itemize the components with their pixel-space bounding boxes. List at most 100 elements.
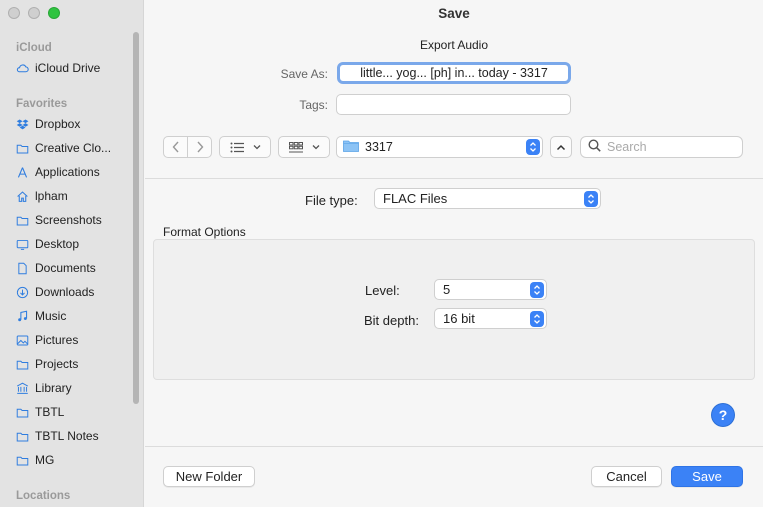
folder-icon <box>16 214 29 227</box>
folder-icon <box>343 139 359 155</box>
bit-depth-popup[interactable]: 16 bit <box>434 308 547 329</box>
sidebar-item-home[interactable]: lpham <box>16 186 136 206</box>
search-placeholder: Search <box>607 140 647 154</box>
stepper-icon <box>530 311 544 327</box>
save-as-field[interactable]: little... yog... [ph] in... today - 3317 <box>337 62 571 84</box>
search-field[interactable]: Search <box>580 136 743 158</box>
sidebar-item-label: MG <box>35 453 55 467</box>
list-view-button[interactable] <box>219 136 271 158</box>
sidebar-scrollbar[interactable] <box>133 32 139 404</box>
sidebar-item-tbtl[interactable]: TBTL <box>16 402 136 422</box>
back-button[interactable] <box>163 136 188 158</box>
export-title: Export Audio <box>419 38 489 52</box>
location-selector[interactable]: 3317 <box>336 136 543 158</box>
bit-depth-label: Bit depth: <box>364 313 419 328</box>
file-type-value: FLAC Files <box>383 191 448 206</box>
sidebar-item-applications[interactable]: Applications <box>16 162 136 182</box>
music-icon <box>16 310 29 323</box>
sidebar-item-label: Screenshots <box>35 213 102 227</box>
sidebar-item-label: Documents <box>35 261 96 275</box>
folder-icon <box>16 406 29 419</box>
pictures-icon <box>16 334 29 347</box>
close-window-button[interactable] <box>8 7 20 19</box>
sidebar-item-dropbox[interactable]: Dropbox <box>16 114 136 134</box>
sidebar-item-label: Downloads <box>35 285 95 299</box>
sidebar-item-label: Dropbox <box>35 117 81 131</box>
level-popup[interactable]: 5 <box>434 279 547 300</box>
stepper-icon <box>530 282 544 298</box>
desktop-icon <box>16 238 29 251</box>
sidebar-item-mg[interactable]: MG <box>16 450 136 470</box>
window-controls <box>8 7 60 19</box>
chevron-down-icon <box>312 144 320 150</box>
cancel-button[interactable]: Cancel <box>591 466 662 487</box>
chevron-left-icon <box>172 141 180 153</box>
sidebar-item-pictures[interactable]: Pictures <box>16 330 136 350</box>
cloud-icon <box>16 62 29 75</box>
library-icon <box>16 382 29 395</box>
save-dialog-window: iCloud iCloud Drive Favorites Dropbox Cr… <box>0 0 763 507</box>
sidebar: iCloud iCloud Drive Favorites Dropbox Cr… <box>0 0 144 507</box>
folder-icon <box>16 430 29 443</box>
chevron-right-icon <box>196 141 204 153</box>
sidebar-item-documents[interactable]: Documents <box>16 258 136 278</box>
sidebar-item-label: iCloud Drive <box>35 61 101 75</box>
sidebar-item-desktop[interactable]: Desktop <box>16 234 136 254</box>
expand-collapse-button[interactable] <box>550 136 572 158</box>
sidebar-item-label: TBTL Notes <box>35 429 99 443</box>
sidebar-heading-icloud: iCloud <box>16 42 52 54</box>
help-button[interactable]: ? <box>712 404 734 426</box>
folder-icon <box>16 454 29 467</box>
folder-icon <box>16 142 29 155</box>
sidebar-heading-favorites: Favorites <box>16 98 68 110</box>
sidebar-item-label: Pictures <box>35 333 79 347</box>
new-folder-button[interactable]: New Folder <box>163 466 255 487</box>
home-icon <box>16 190 29 203</box>
document-icon <box>16 262 29 275</box>
save-as-value: little... yog... [ph] in... today - 3317 <box>360 66 548 80</box>
chevron-up-icon <box>556 144 566 151</box>
help-icon: ? <box>718 407 728 423</box>
sidebar-item-label: Music <box>35 309 67 323</box>
divider <box>145 178 763 179</box>
sidebar-item-label: TBTL <box>35 405 65 419</box>
level-value: 5 <box>443 282 451 297</box>
stepper-icon <box>526 139 540 155</box>
sidebar-item-projects[interactable]: Projects <box>16 354 136 374</box>
sidebar-item-label: Desktop <box>35 237 80 251</box>
zoom-window-button[interactable] <box>48 7 60 19</box>
download-icon <box>16 286 29 299</box>
sidebar-item-creative-cloud[interactable]: Creative Clo... <box>16 138 136 158</box>
divider <box>145 446 763 447</box>
folder-icon <box>16 358 29 371</box>
minimize-window-button[interactable] <box>28 7 40 19</box>
sidebar-item-label: Library <box>35 381 72 395</box>
save-as-label: Save As: <box>280 67 328 81</box>
tags-field[interactable] <box>336 94 571 115</box>
sidebar-item-library[interactable]: Library <box>16 378 136 398</box>
sidebar-item-label: Creative Clo... <box>35 141 112 155</box>
format-options-title: Format Options <box>163 225 246 239</box>
sidebar-item-tbtl-notes[interactable]: TBTL Notes <box>16 426 136 446</box>
sidebar-item-label: Applications <box>35 165 100 179</box>
sidebar-item-label: lpham <box>35 189 68 203</box>
search-icon <box>588 139 601 155</box>
grid-view-icon <box>288 141 303 153</box>
grid-view-button[interactable] <box>278 136 330 158</box>
sidebar-item-icloud-drive[interactable]: iCloud Drive <box>16 58 136 78</box>
level-label: Level: <box>365 283 400 298</box>
save-button[interactable]: Save <box>671 466 743 487</box>
sidebar-item-downloads[interactable]: Downloads <box>16 282 136 302</box>
location-name: 3317 <box>365 140 393 154</box>
window-title: Save <box>438 6 470 21</box>
sidebar-heading-locations: Locations <box>16 490 71 502</box>
forward-button[interactable] <box>187 136 212 158</box>
file-type-popup[interactable]: FLAC Files <box>374 188 601 209</box>
sidebar-item-music[interactable]: Music <box>16 306 136 326</box>
applications-icon <box>16 166 29 179</box>
sidebar-item-label: Projects <box>35 357 79 371</box>
sidebar-item-screenshots[interactable]: Screenshots <box>16 210 136 230</box>
tags-label: Tags: <box>299 98 328 112</box>
stepper-icon <box>584 191 598 207</box>
bit-depth-value: 16 bit <box>443 311 475 326</box>
